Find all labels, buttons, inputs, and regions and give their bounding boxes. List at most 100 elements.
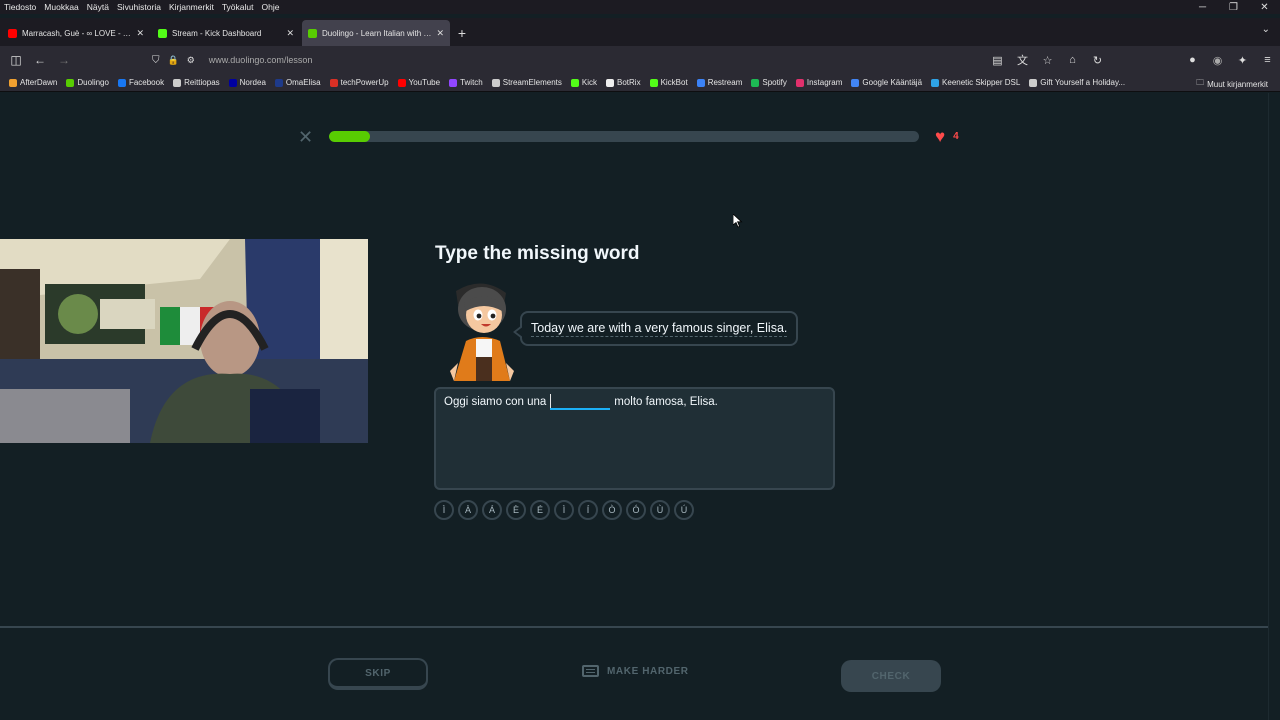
extensions-puzzle-icon[interactable]: ✦ <box>1230 54 1255 67</box>
special-character-key[interactable]: Á <box>482 500 502 520</box>
forward-icon[interactable]: → <box>52 53 76 67</box>
bookmark-item[interactable]: Restream <box>696 78 742 87</box>
special-character-key[interactable]: É <box>530 500 550 520</box>
menu-help[interactable]: Ohje <box>257 2 283 12</box>
special-character-key[interactable]: Í <box>578 500 598 520</box>
bookmark-label: OmaElisa <box>285 78 321 87</box>
bookmark-label: Instagram <box>806 78 843 87</box>
star-bookmark-icon[interactable]: ☆ <box>1035 54 1060 67</box>
window-controls: ─ ❐ ✕ <box>1187 0 1280 18</box>
special-character-key[interactable]: Ú <box>674 500 694 520</box>
bubble-text[interactable]: Today we are with a very famous singer, … <box>531 321 788 337</box>
menu-file[interactable]: Tiedosto <box>0 2 40 12</box>
character-illustration <box>450 283 514 381</box>
menu-view[interactable]: Näytä <box>83 2 113 12</box>
bookmark-item[interactable]: Keenetic Skipper DSL <box>931 78 1020 87</box>
bookmark-item[interactable]: Gift Yourself a Holiday... <box>1029 78 1125 87</box>
close-tab-icon[interactable]: ✕ <box>436 28 444 39</box>
reader-view-icon[interactable]: ▤ <box>985 54 1010 67</box>
bookmark-item[interactable]: AfterDawn <box>9 78 57 87</box>
extension-icon[interactable]: ● <box>1180 54 1205 66</box>
special-character-key[interactable]: À <box>458 500 478 520</box>
other-bookmarks-folder[interactable]: 🗀 Muut kirjanmerkit <box>1196 77 1268 91</box>
close-lesson-icon[interactable]: ✕ <box>298 128 313 146</box>
bookmark-favicon-icon <box>329 78 338 87</box>
tab-duolingo[interactable]: Duolingo - Learn Italian with lessons ✕ <box>302 20 450 46</box>
close-tab-icon[interactable]: ✕ <box>136 28 144 39</box>
heart-icon: ♥ <box>935 127 946 146</box>
special-character-key[interactable]: Ì <box>434 500 454 520</box>
shield-icon[interactable]: ⛉ <box>152 55 160 66</box>
permissions-icon[interactable]: ⚙ <box>187 55 195 66</box>
bookmark-item[interactable]: Duolingo <box>66 78 109 87</box>
back-icon[interactable]: ← <box>28 53 52 67</box>
other-bookmarks-label: Muut kirjanmerkit <box>1207 79 1268 89</box>
bookmark-item[interactable]: Reittiopas <box>173 78 220 87</box>
bookmark-item[interactable]: Facebook <box>117 78 165 87</box>
special-character-key[interactable]: Ó <box>626 500 646 520</box>
bookmark-label: Gift Yourself a Holiday... <box>1040 78 1126 87</box>
make-harder-button[interactable]: MAKE HARDER <box>582 665 689 677</box>
translate-icon[interactable]: 文 <box>1010 52 1035 68</box>
home-icon[interactable]: ⌂ <box>1060 54 1085 66</box>
special-character-key[interactable]: Ò <box>602 500 622 520</box>
bookmark-item[interactable]: Instagram <box>795 78 843 87</box>
chevron-down-icon[interactable]: ⌄ <box>1262 24 1270 35</box>
bookmark-item[interactable]: KickBot <box>649 78 688 87</box>
lock-icon[interactable]: 🔒 <box>168 55 179 66</box>
menu-bookmarks[interactable]: Kirjanmerkit <box>165 2 218 12</box>
bookmark-favicon-icon <box>491 78 500 87</box>
bookmark-item[interactable]: Google Kääntäjä <box>851 78 922 87</box>
toolbar-right: ▤ 文 ☆ ⌂ ↻ ● ◉ ✦ ≡ <box>985 46 1280 74</box>
reload-icon[interactable]: ↻ <box>1085 54 1110 67</box>
special-character-key[interactable]: Ù <box>650 500 670 520</box>
skip-button[interactable]: SKIP <box>328 658 428 690</box>
speech-bubble: Today we are with a very famous singer, … <box>512 311 799 346</box>
tab-youtube[interactable]: Marracash, Guè - ∞ LOVE - YouTube ✕ <box>2 20 150 46</box>
hearts-counter[interactable]: ♥ 4 <box>935 128 959 145</box>
bookmark-favicon-icon <box>173 78 182 87</box>
bookmark-item[interactable]: StreamElements <box>491 78 562 87</box>
bookmark-item[interactable]: Twitch <box>449 78 483 87</box>
tab-title: Marracash, Guè - ∞ LOVE - YouTube <box>22 28 132 38</box>
missing-word-input[interactable] <box>550 393 611 410</box>
close-tab-icon[interactable]: ✕ <box>286 28 294 39</box>
restore-icon[interactable]: ❐ <box>1218 0 1249 18</box>
bookmark-item[interactable]: Spotify <box>751 78 787 87</box>
account-icon[interactable]: ◉ <box>1205 54 1230 67</box>
bookmark-label: Spotify <box>762 78 787 87</box>
bookmark-label: Duolingo <box>77 78 109 87</box>
close-window-icon[interactable]: ✕ <box>1249 0 1280 18</box>
kick-favicon-icon <box>158 28 167 38</box>
menu-edit[interactable]: Muokkaa <box>40 2 83 12</box>
url-bar[interactable]: ⛉ 🔒 ⚙ www.duolingo.com/lesson <box>152 50 1112 70</box>
menu-tools[interactable]: Työkalut <box>218 2 258 12</box>
bookmark-item[interactable]: YouTube <box>397 78 440 87</box>
bookmark-label: Reittiopas <box>184 78 220 87</box>
bookmark-item[interactable]: Kick <box>570 78 597 87</box>
bookmark-item[interactable]: Nordea <box>228 78 266 87</box>
bookmark-favicon-icon <box>696 78 705 87</box>
menu-history[interactable]: Sivuhistoria <box>113 2 165 12</box>
new-tab-icon[interactable]: + <box>450 20 474 46</box>
check-button[interactable]: CHECK <box>841 660 941 692</box>
bookmark-item[interactable]: techPowerUp <box>329 78 389 87</box>
sentence-panel: Oggi siamo con una molto famosa, Elisa. <box>434 387 835 490</box>
special-character-key[interactable]: Ì <box>554 500 574 520</box>
menu-hamburger-icon[interactable]: ≡ <box>1255 54 1280 66</box>
bookmark-label: Facebook <box>128 78 165 87</box>
bookmark-item[interactable]: BotRix <box>606 78 641 87</box>
sidebar-icon[interactable]: ◫ <box>4 53 28 67</box>
bookmark-label: Twitch <box>460 78 483 87</box>
minimize-icon[interactable]: ─ <box>1187 0 1218 18</box>
tab-kick[interactable]: Stream - Kick Dashboard ✕ <box>152 20 300 46</box>
make-harder-label: MAKE HARDER <box>607 665 689 677</box>
bookmark-favicon-icon <box>570 78 579 87</box>
bookmark-item[interactable]: OmaElisa <box>274 78 321 87</box>
bookmark-label: Nordea <box>239 78 266 87</box>
page-scrollbar[interactable] <box>1268 93 1280 720</box>
url-text[interactable]: www.duolingo.com/lesson <box>209 55 313 65</box>
tab-title: Stream - Kick Dashboard <box>172 28 262 38</box>
bookmark-favicon-icon <box>274 78 283 87</box>
special-character-key[interactable]: È <box>506 500 526 520</box>
